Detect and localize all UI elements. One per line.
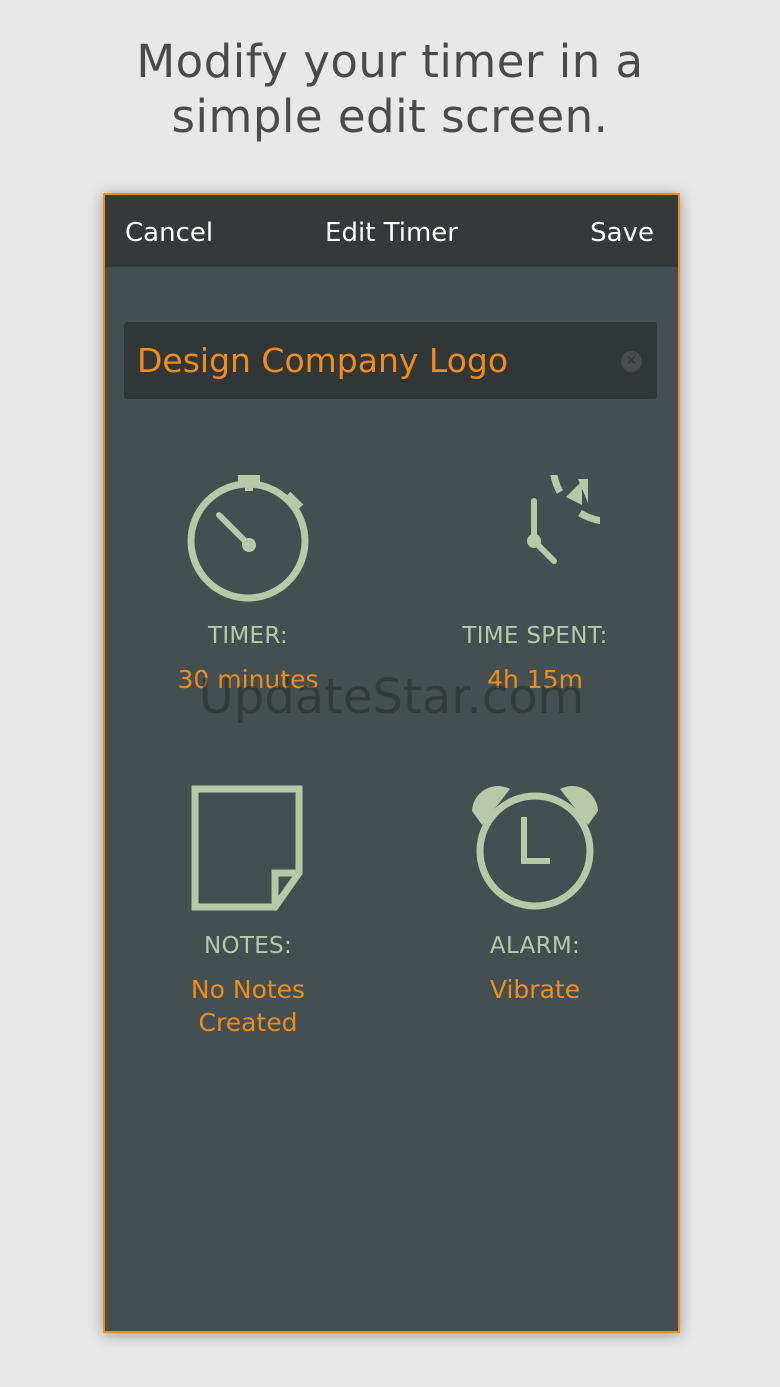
time-spent-value: 4h 15m xyxy=(487,665,583,694)
notes-tile[interactable]: NOTES: No Notes Created xyxy=(105,785,391,1039)
navigation-bar: Cancel Edit Timer Save xyxy=(105,195,678,267)
timer-tile[interactable]: TIMER: 30 minutes xyxy=(105,475,391,696)
alarm-clock-icon xyxy=(472,786,598,910)
clear-text-icon[interactable]: ✕ xyxy=(621,351,642,372)
phone-screen: Cancel Edit Timer Save ✕ TIMER: 30 minut… xyxy=(103,193,680,1333)
stopwatch-icon xyxy=(187,475,309,602)
timer-label: TIMER: xyxy=(207,623,289,649)
timer-name-field: ✕ xyxy=(124,322,657,399)
headline-line-1: Modify your timer in a xyxy=(136,35,644,88)
alarm-value: Vibrate xyxy=(489,975,581,1004)
notes-value-line-2: Created xyxy=(198,1008,298,1037)
notes-value: No Notes Created xyxy=(105,973,391,1039)
headline-line-2: simple edit screen. xyxy=(171,90,609,143)
time-spent-label: TIME SPENT: xyxy=(462,623,608,649)
alarm-tile[interactable]: ALARM: Vibrate xyxy=(392,785,678,1006)
clock-refresh-icon xyxy=(527,475,600,564)
cancel-button[interactable]: Cancel xyxy=(125,195,213,267)
note-icon xyxy=(191,785,303,911)
time-spent-tile[interactable]: TIME SPENT: 4h 15m xyxy=(392,475,678,696)
headline: Modify your timer in a simple edit scree… xyxy=(0,34,780,144)
notes-value-line-1: No Notes xyxy=(190,975,306,1004)
notes-label: NOTES: xyxy=(203,933,293,959)
timer-value: 30 minutes xyxy=(177,665,319,694)
timer-name-input[interactable] xyxy=(137,322,607,399)
alarm-label: ALARM: xyxy=(489,933,581,959)
save-button[interactable]: Save xyxy=(590,195,654,267)
